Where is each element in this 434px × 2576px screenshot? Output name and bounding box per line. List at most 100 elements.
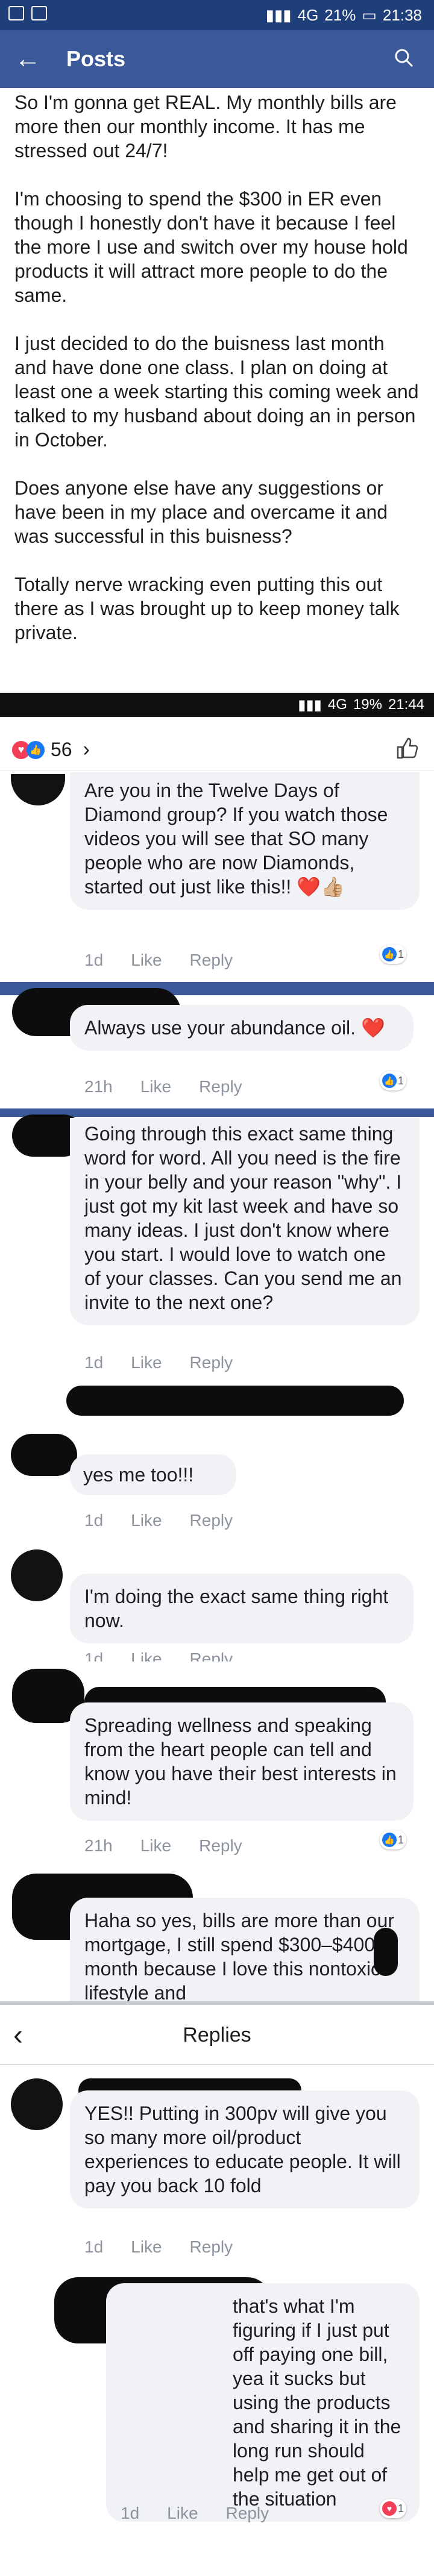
clock: 21:38 [382,5,422,24]
reply-button[interactable]: Reply [190,1649,233,1662]
reply-time: 1d [121,2504,140,2522]
signal-icon: ▮▮▮ [265,5,292,24]
comment-time: 1d [84,1511,104,1530]
comment-bubble: Haha so yes, bills are more than our mor… [70,1898,420,2001]
comment-text: yes me too!!! [83,1464,194,1486]
like-button[interactable]: Like [131,1353,162,1372]
comment-like-badge[interactable]: 👍 1 [380,945,406,964]
comment-time: 1d [84,951,104,969]
battery-icon: ▭ [362,5,377,24]
comment-actions: 1d Like Reply [84,1353,233,1372]
gallery-icon [31,6,47,20]
clock: 21:44 [388,696,424,713]
reply-bubble: that's what I'm figuring if I just put o… [106,2283,420,2522]
post-paragraph: Does anyone else have any suggestions or… [14,477,388,547]
notification-icons [8,6,47,20]
comment-bubble: Spreading wellness and speaking from the… [70,1702,414,1821]
comment-bubble: yes me too!!! [70,1454,236,1495]
comment-text: Are you in the Twelve Days of Diamond gr… [84,780,388,898]
comment-text: Always use your abundance oil. ❤️ [84,1017,385,1039]
app-bar: ← Posts [0,30,434,88]
page-title: Posts [66,46,126,71]
redacted-name [66,1386,404,1416]
comment-actions: 21h Like Reply [84,1836,242,1855]
like-reaction-icon: 👍 [27,740,45,759]
like-button[interactable]: Like [131,2237,162,2257]
battery-percent: 19% [353,696,382,713]
reply-actions: 1d Like Reply [84,2237,233,2257]
like-button[interactable]: Like [140,1836,171,1855]
replies-header: ‹ Replies [0,2006,434,2065]
love-icon: ♥ [382,2501,397,2516]
reply-time: 1d [84,2237,104,2256]
reply-text: that's what I'm figuring if I just put o… [233,2295,401,2510]
comment-text: Haha so yes, bills are more than our mor… [84,1910,395,2001]
like-count: 1 [397,1074,404,1087]
like-count: 1 [397,1833,404,1846]
chevron-right-icon[interactable]: › [83,738,90,761]
comment-time: 21h [84,1077,113,1096]
post-paragraph: So I'm gonna get REAL. My monthly bills … [14,92,397,161]
post-body: So I'm gonna get REAL. My monthly bills … [14,90,420,669]
status-bar: ▮▮▮ 4G 21% ▭ 21:38 [0,0,434,30]
like-button[interactable]: Like [167,2504,198,2523]
image-icon [8,6,24,20]
reply-button[interactable]: Reply [190,2237,233,2257]
reply-button[interactable]: Reply [190,1511,233,1530]
like-icon: 👍 [382,1074,397,1088]
reply-text: YES!! Putting in 300pv will give you so … [84,2102,401,2196]
comment-like-badge[interactable]: 👍 1 [380,1830,406,1849]
like-button[interactable]: Like [140,1077,171,1096]
like-count: 1 [397,948,404,960]
comment-bubble: I'm doing the exact same thing right now… [70,1574,414,1643]
avatar[interactable] [11,774,65,805]
post-paragraph: Totally nerve wracking even putting this… [14,574,400,643]
battery-percent: 21% [324,5,356,24]
avatar[interactable] [11,1549,63,1601]
comment-time: 21h [84,1836,113,1855]
comment-actions: 1d Like Reply [84,951,233,970]
back-chevron-icon[interactable]: ‹ [13,2019,23,2052]
like-count: 1 [397,2502,404,2515]
divider [0,2001,434,2005]
comment-text: Going through this exact same thing word… [84,1123,402,1313]
reaction-count: 56 [51,739,72,760]
reply-bubble: YES!! Putting in 300pv will give you so … [70,2090,420,2209]
network-label: 4G [297,5,319,24]
comment-bubble: Going through this exact same thing word… [70,1118,420,1325]
comment-actions: 21h Like Reply [84,1077,242,1096]
network-label: 4G [327,696,347,713]
reply-actions: 1d Like Reply [121,2504,269,2523]
signal-icon: ▮▮▮ [298,696,322,713]
comment-text: Spreading wellness and speaking from the… [84,1715,397,1809]
redacted-mark [374,1928,398,1976]
reply-button[interactable]: Reply [199,1836,242,1855]
replies-title: Replies [183,2023,251,2046]
redacted-avatar [11,1434,77,1476]
reply-button[interactable]: Reply [190,1353,233,1372]
comment-time: 1d [84,1649,104,1662]
reactions-bar[interactable]: ♥ 👍 56 › [0,729,434,771]
reply-button[interactable]: Reply [199,1077,242,1096]
post-paragraph: I'm choosing to spend the $300 in ER eve… [14,188,408,306]
reply-button[interactable]: Reply [226,2504,269,2523]
comment-actions: 1d Like Reply [84,1649,233,1662]
like-button[interactable]: Like [131,1511,162,1530]
thumbs-up-icon[interactable] [394,736,418,763]
comment-bubble: Are you in the Twelve Days of Diamond gr… [70,772,420,910]
avatar[interactable] [11,2078,63,2130]
like-button[interactable]: Like [131,1649,162,1662]
like-button[interactable]: Like [131,951,162,970]
like-icon: 👍 [382,1833,397,1847]
comment-like-badge[interactable]: 👍 1 [380,1071,406,1090]
search-icon[interactable] [394,48,414,70]
comment-time: 1d [84,1353,104,1372]
reply-reaction-badge[interactable]: ♥ 1 [380,2499,406,2518]
comment-text: I'm doing the exact same thing right now… [84,1586,389,1631]
status-bar-2: ▮▮▮ 4G 19% 21:44 [0,693,434,717]
back-arrow-icon[interactable]: ← [14,44,51,74]
post-paragraph: I just decided to do the buisness last m… [14,333,419,451]
comment-bubble: Always use your abundance oil. ❤️ [70,1005,414,1051]
reply-button[interactable]: Reply [190,951,233,970]
comment-actions: 1d Like Reply [84,1511,233,1530]
